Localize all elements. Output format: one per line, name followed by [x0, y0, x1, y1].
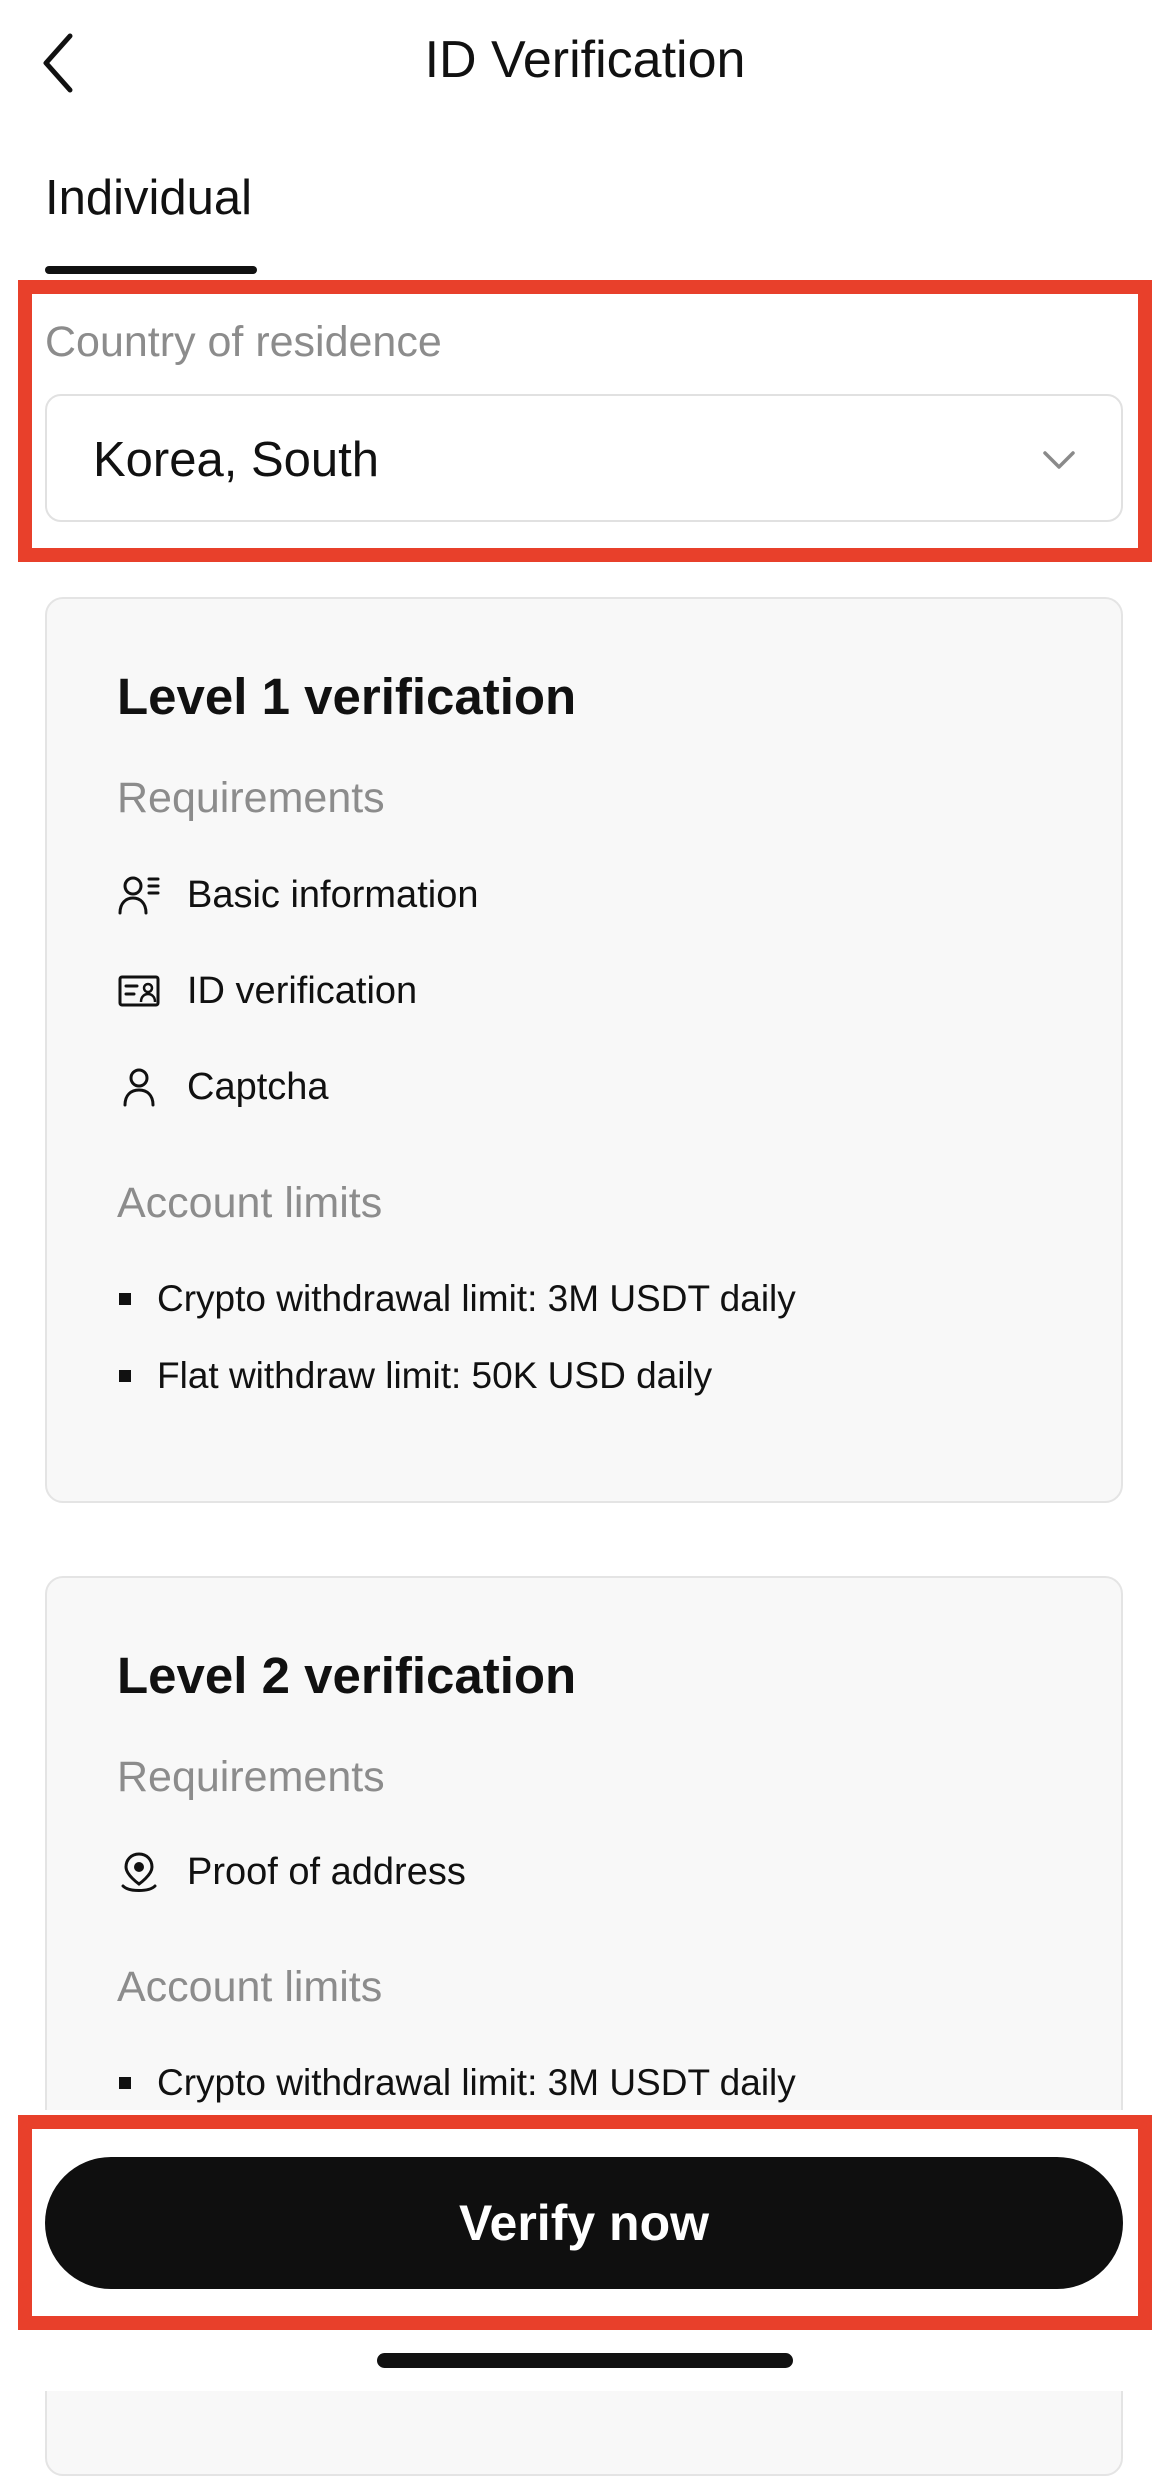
- home-indicator: [377, 2353, 793, 2368]
- requirement-label: Captcha: [187, 1065, 329, 1108]
- requirement-label: Basic information: [187, 873, 479, 916]
- tab-individual[interactable]: Individual: [45, 170, 252, 226]
- level-1-limits-label: Account limits: [117, 1179, 383, 1227]
- chevron-down-icon: [1043, 451, 1075, 469]
- requirement-captcha: Captcha: [117, 1057, 329, 1117]
- level-1-title: Level 1 verification: [117, 668, 577, 725]
- requirement-basic-information: Basic information: [117, 865, 478, 925]
- location-pin-icon: [117, 1850, 161, 1894]
- country-select[interactable]: Korea, South: [45, 394, 1123, 522]
- requirement-proof-of-address: Proof of address: [117, 1842, 466, 1902]
- page-title: ID Verification: [424, 31, 746, 89]
- user-icon: [117, 1065, 161, 1109]
- bullet-icon: [119, 2077, 131, 2089]
- limit-text: Crypto withdrawal limit: 3M USDT daily: [157, 1278, 796, 1319]
- country-value: Korea, South: [93, 433, 380, 487]
- limit-text: Flat withdraw limit: 50K USD daily: [157, 1355, 713, 1396]
- user-info-icon: [117, 873, 161, 917]
- limit-item: Flat withdraw limit: 50K USD daily: [119, 1351, 712, 1401]
- level-2-limits-label: Account limits: [117, 1963, 383, 2011]
- bullet-icon: [119, 1370, 131, 1382]
- limit-item: Crypto withdrawal limit: 3M USDT daily: [119, 1274, 796, 1324]
- country-label: Country of residence: [45, 318, 442, 366]
- level-1-requirements-label: Requirements: [117, 774, 385, 822]
- tab-indicator: [45, 266, 257, 274]
- requirement-id-verification: ID verification: [117, 961, 417, 1021]
- level-1-card: Level 1 verification Requirements Basic …: [45, 597, 1123, 1503]
- limit-text: Crypto withdrawal limit: 3M USDT daily: [157, 2062, 796, 2103]
- bullet-icon: [119, 1293, 131, 1305]
- requirement-label: ID verification: [187, 969, 418, 1012]
- header: ID Verification: [0, 0, 1170, 130]
- id-card-icon: [117, 969, 161, 1013]
- limit-item: Crypto withdrawal limit: 3M USDT daily: [119, 2058, 796, 2108]
- requirement-label: Proof of address: [187, 1850, 466, 1893]
- level-2-requirements-label: Requirements: [117, 1753, 385, 1801]
- level-2-title: Level 2 verification: [117, 1647, 577, 1704]
- verify-now-button[interactable]: Verify now: [45, 2157, 1123, 2289]
